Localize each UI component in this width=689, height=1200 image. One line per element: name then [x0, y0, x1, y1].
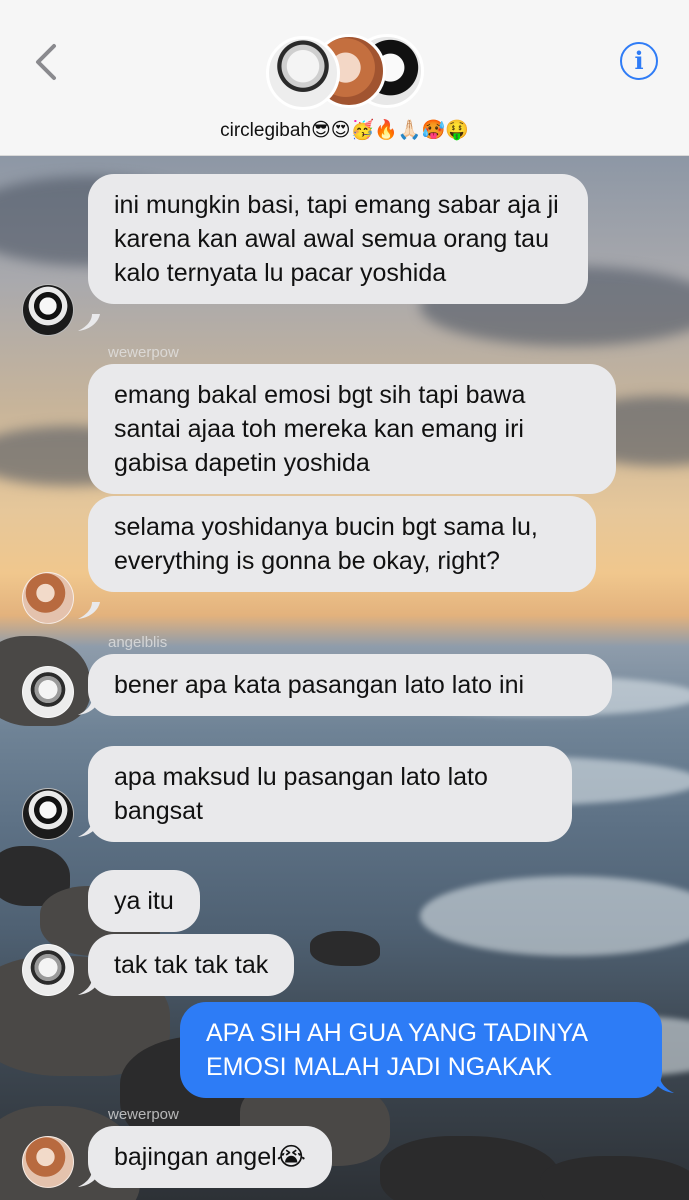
bubble-tail: [78, 978, 100, 995]
sender-name: wewerpow: [108, 344, 179, 361]
message-thread: ini mungkin basi, tapi emang sabar aja j…: [0, 156, 689, 1200]
message-bubble-incoming[interactable]: tak tak tak tak: [88, 934, 295, 996]
avatar[interactable]: [22, 284, 74, 336]
message-bubble-incoming[interactable]: ini mungkin basi, tapi emang sabar aja j…: [88, 174, 588, 304]
bubble-tail: [78, 698, 100, 715]
message-bubble-incoming[interactable]: selama yoshidanya bucin bgt sama lu, eve…: [88, 496, 596, 592]
avatar[interactable]: [22, 1136, 74, 1188]
sender-name: wewerpow: [108, 1106, 179, 1123]
avatar[interactable]: [22, 666, 74, 718]
avatar[interactable]: [22, 572, 74, 624]
back-chevron-icon[interactable]: [30, 40, 64, 84]
bubble-tail: [78, 314, 100, 331]
message-bubble-outgoing[interactable]: APA SIH AH GUA YANG TADINYA EMOSI MALAH …: [180, 1002, 662, 1098]
info-icon[interactable]: i: [620, 42, 658, 80]
bubble-tail: [78, 602, 100, 619]
message-bubble-incoming[interactable]: apa maksud lu pasangan lato lato bangsat: [88, 746, 572, 842]
message-bubble-incoming[interactable]: ya itu: [88, 870, 200, 932]
message-bubble-incoming[interactable]: bener apa kata pasangan lato lato ini: [88, 654, 612, 716]
sender-name: angelblis: [108, 634, 168, 651]
group-avatar: [266, 36, 340, 110]
avatar[interactable]: [22, 944, 74, 996]
bubble-tail: [78, 1170, 100, 1187]
message-bubble-incoming[interactable]: emang bakal emosi bgt sih tapi bawa sant…: [88, 364, 616, 494]
avatar[interactable]: [22, 788, 74, 840]
group-avatar-stack[interactable]: [266, 34, 424, 110]
chat-header: circlegibah😎😍🥳🔥🙏🏻🥵🤑 i: [0, 0, 689, 156]
message-bubble-incoming[interactable]: bajingan angel😭: [88, 1126, 332, 1188]
group-name[interactable]: circlegibah😎😍🥳🔥🙏🏻🥵🤑: [0, 118, 689, 142]
bubble-tail: [652, 1076, 674, 1093]
bubble-tail: [78, 820, 100, 837]
